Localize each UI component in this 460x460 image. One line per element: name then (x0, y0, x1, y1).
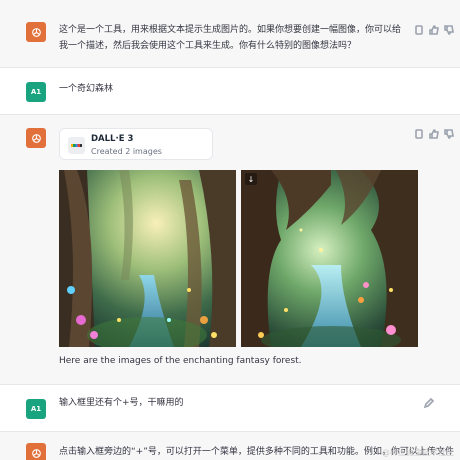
dalle-tool-card[interactable]: DALL·E 3 Created 2 images (59, 128, 213, 160)
thumbs-up-icon[interactable] (429, 25, 439, 35)
dalle-icon (68, 137, 85, 154)
openai-logo-icon (26, 128, 46, 148)
message-actions (414, 25, 454, 35)
generated-image-2[interactable]: ↓ (241, 170, 418, 347)
message-text: 这个是一个工具，用来根据文本提示生成图片的。如果你想要创建一幅图像，你可以给我一… (59, 25, 402, 51)
thumbs-down-icon[interactable] (444, 129, 454, 139)
message-assistant-2: DALL·E 3 Created 2 images ↓ Here are the… (0, 115, 460, 385)
message-assistant-1: 这个是一个工具，用来根据文本提示生成图片的。如果你想要创建一幅图像，你可以给我一… (0, 0, 460, 68)
user-avatar: A1 (26, 399, 46, 419)
message-assistant-3: 点击输入框旁边的“+”号，可以打开一个菜单，提供多种不同的工具和功能。例如，你可… (0, 432, 460, 460)
message-actions (423, 397, 435, 409)
tool-subtitle: Created 2 images (91, 147, 162, 156)
openai-logo-icon (26, 443, 46, 460)
thumbs-down-icon[interactable] (444, 25, 454, 35)
user-avatar: A1 (26, 82, 46, 102)
tool-name: DALL·E 3 (91, 134, 134, 144)
copy-icon[interactable] (414, 25, 424, 35)
message-user-1: A1 一个奇幻森林 (0, 68, 460, 115)
message-text: 输入框里还有个+号，干嘛用的 (59, 398, 184, 408)
openai-logo-icon (26, 22, 46, 42)
message-text: 一个奇幻森林 (59, 84, 114, 94)
thumbs-up-icon[interactable] (429, 129, 439, 139)
image-caption: Here are the images of the enchanting fa… (59, 356, 302, 366)
message-actions (414, 129, 454, 139)
watermark: @稀土掘金技术社区 (382, 448, 454, 457)
generated-image-1[interactable] (59, 170, 236, 347)
download-icon[interactable]: ↓ (245, 173, 257, 185)
message-user-2: A1 输入框里还有个+号，干嘛用的 (0, 385, 460, 432)
edit-icon[interactable] (423, 397, 435, 409)
copy-icon[interactable] (414, 129, 424, 139)
